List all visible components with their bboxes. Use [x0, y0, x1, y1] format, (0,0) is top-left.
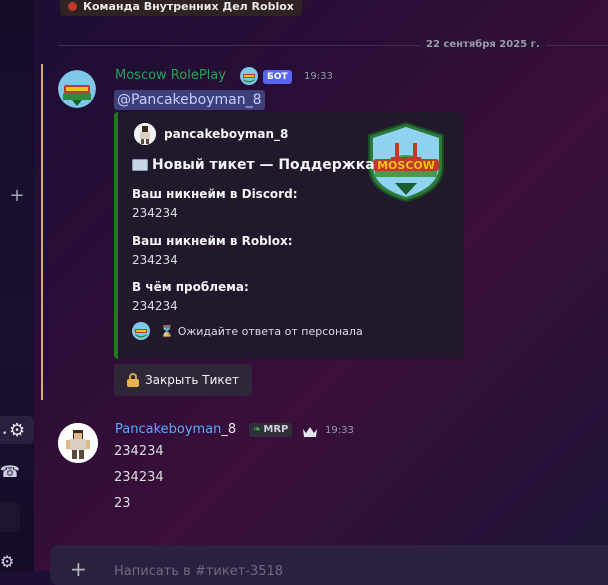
user-author-name[interactable]: Pancakeboyman_8	[115, 422, 236, 437]
message-line: 234234	[114, 470, 164, 485]
field-name-roblox: Ваш никнейм в Roblox:	[132, 234, 293, 248]
user-author-highlight: Pancakeboyman	[115, 422, 222, 437]
timestamp[interactable]: 19:33	[325, 425, 354, 436]
settings-gear-icon[interactable]: ⚙	[9, 420, 25, 441]
field-name-problem: В чём проблема:	[132, 280, 249, 294]
embed-footer: ⌛ Ожидайте ответа от персонала	[160, 325, 363, 338]
bot-author-name[interactable]: Moscow RolePlay	[115, 68, 226, 83]
field-value-roblox: 234234	[132, 253, 178, 267]
moscow-logo-thumbnail: MOSCOW	[365, 121, 447, 203]
embed-footer-text: Ожидайте ответа от персонала	[177, 325, 363, 338]
embed-author-name[interactable]: pancakeboyman_8	[164, 127, 288, 141]
message-line: 234234	[114, 444, 164, 459]
embed-author-avatar[interactable]	[134, 123, 156, 145]
gear-icon[interactable]: ⚙	[0, 552, 14, 571]
field-value-problem: 234234	[132, 299, 178, 313]
server-tag[interactable]: ❧ MRP	[249, 423, 293, 437]
dot-icon: •	[2, 429, 8, 439]
date-divider-label: 22 сентября 2025 г.	[420, 39, 546, 50]
sidebar-panel	[0, 502, 20, 532]
user-author-rest: _8	[221, 422, 237, 437]
bot-avatar[interactable]	[58, 70, 96, 108]
server-tag-label: MRP	[263, 424, 289, 435]
leaf-icon: ❧	[253, 424, 262, 435]
ticket-icon	[132, 159, 148, 171]
user-mention[interactable]: @Pancakeboyman_8	[114, 90, 265, 110]
bot-tag: БОТ	[263, 70, 292, 84]
message-input[interactable]: + Написать в #тикет-3518	[50, 545, 608, 585]
role-pill[interactable]: Команда Внутренних Дел Roblox	[60, 0, 302, 16]
close-ticket-button[interactable]: Закрыть Тикет	[114, 364, 252, 396]
field-value-discord: 234234	[132, 206, 178, 220]
hourglass-icon: ⌛	[160, 325, 174, 338]
embed-title-text: Новый тикет — Поддержка	[152, 157, 375, 173]
footer-logo-icon	[132, 322, 150, 340]
message-line: 23	[114, 496, 131, 511]
message-input-placeholder: Написать в #тикет-3518	[114, 564, 284, 579]
user-avatar[interactable]	[58, 423, 98, 463]
crown-icon	[302, 423, 318, 437]
sidebar	[0, 0, 34, 571]
mention-highlight-bar	[41, 64, 43, 400]
embed-title: Новый тикет — Поддержка	[132, 157, 375, 173]
lock-icon	[126, 373, 139, 387]
field-name-discord: Ваш никнейм в Discord:	[132, 187, 298, 201]
attach-plus-icon[interactable]: +	[70, 559, 87, 579]
role-color-dot	[68, 1, 77, 11]
logo-text: MOSCOW	[377, 159, 435, 172]
add-server-icon[interactable]: +	[9, 186, 25, 206]
timestamp[interactable]: 19:33	[304, 71, 333, 82]
server-badge-icon	[240, 67, 258, 85]
ticket-embed: pancakeboyman_8 MOSCOW Новый тикет — Под…	[114, 112, 464, 359]
close-ticket-label: Закрыть Тикет	[144, 373, 239, 387]
user-panel[interactable]: • ⚙	[0, 416, 34, 444]
role-pill-label: Команда Внутренних Дел Roblox	[83, 0, 294, 13]
phone-icon[interactable]: ☎	[0, 462, 20, 481]
